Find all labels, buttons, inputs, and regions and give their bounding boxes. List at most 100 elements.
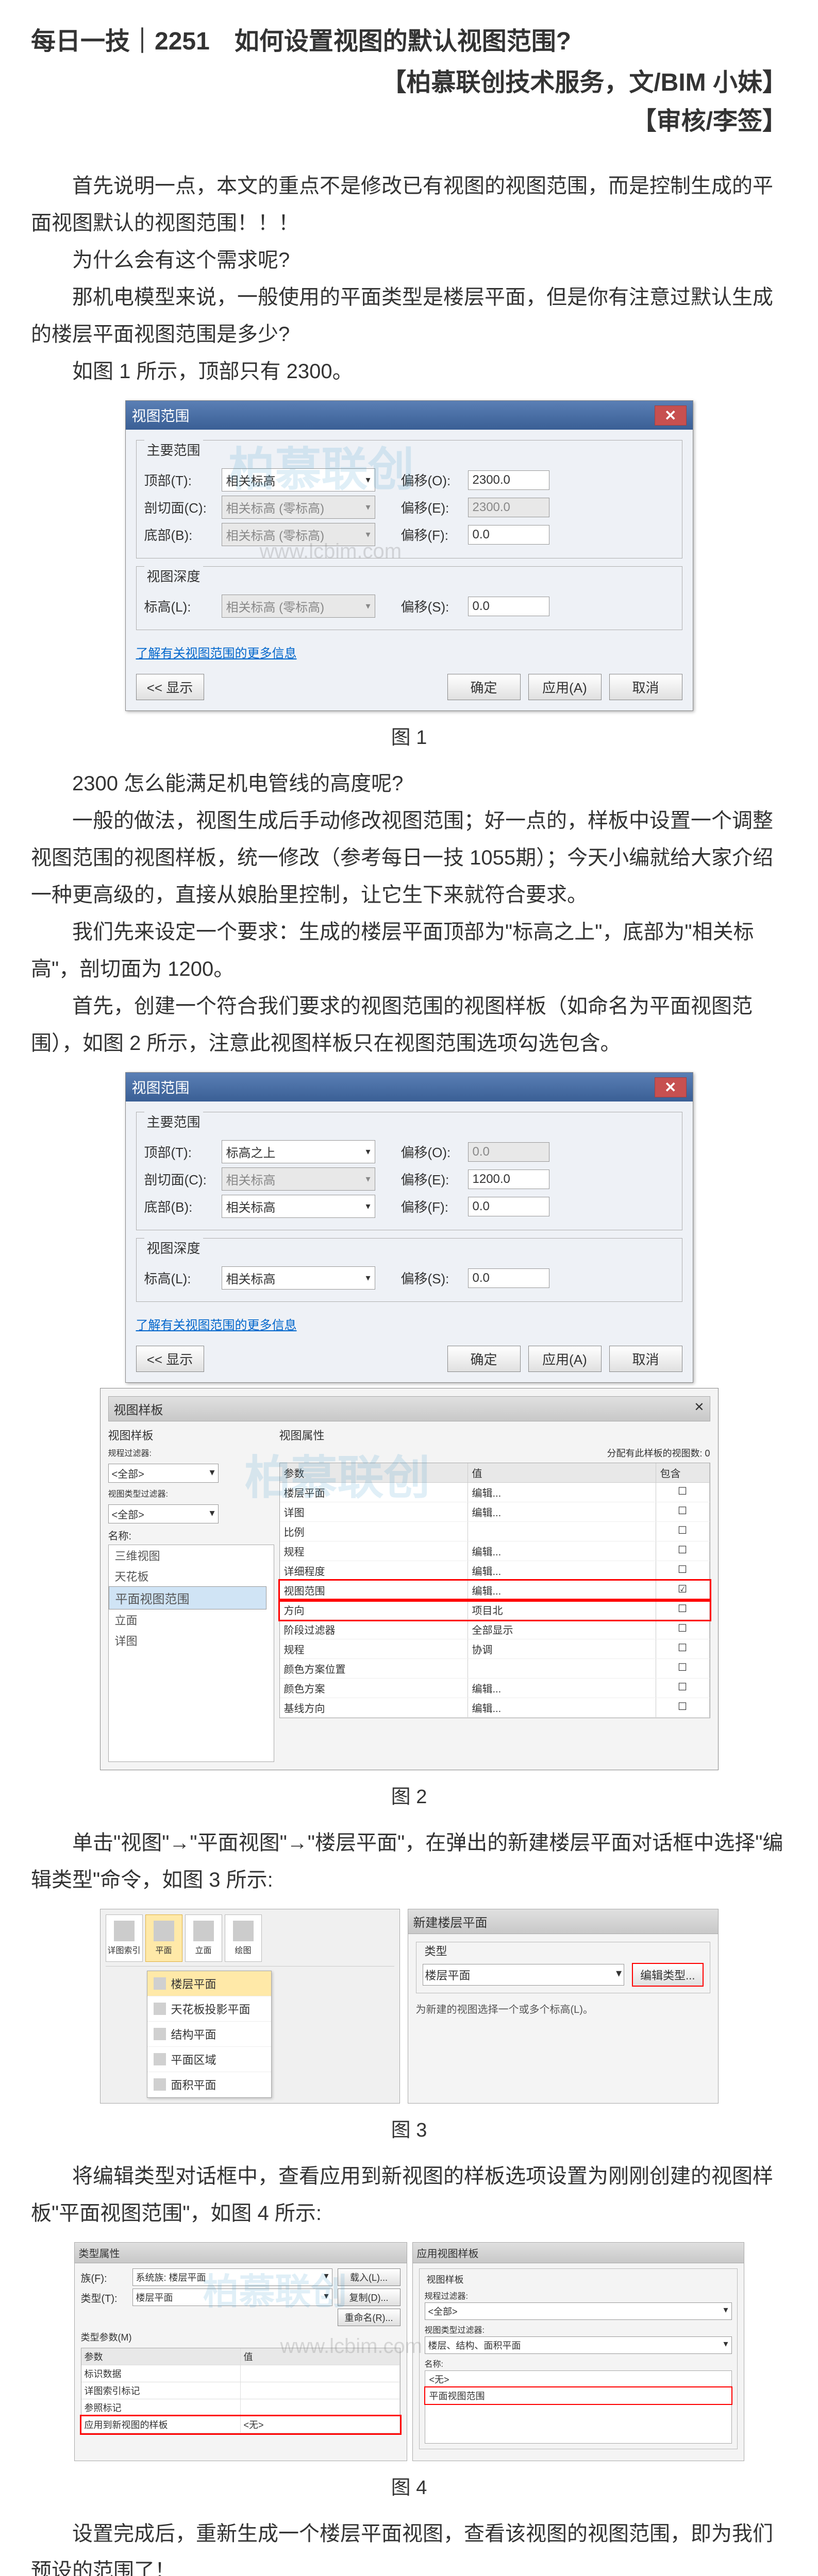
cell-include[interactable]: ☐ [656,1620,710,1639]
bottom-offset-input[interactable]: 0.0 [468,525,549,545]
cell-value[interactable] [468,1659,656,1678]
cell-include[interactable]: ☐ [656,1600,710,1619]
type-select[interactable]: 楼层平面▾ [132,2289,332,2306]
filter2-select[interactable]: 楼层、结构、面积平面▾ [425,2336,732,2354]
cell-value[interactable]: <无> [241,2416,400,2433]
names-label: 名称: [425,2357,732,2369]
apply-button[interactable]: 应用(A) [528,1346,602,1372]
menu-item[interactable]: 平面区域 [147,2047,271,2072]
group-label: 视图样板 [425,2273,466,2286]
cell-value[interactable] [241,2399,400,2416]
cell-include[interactable]: ☐ [656,1679,710,1698]
ok-button[interactable]: 确定 [447,674,521,700]
ribbon-button[interactable]: 详图索引 [106,1914,143,1962]
bottom-offset-input[interactable]: 0.0 [468,1197,549,1216]
cell-include[interactable]: ☐ [656,1561,710,1580]
cut-select[interactable]: 相关标高 (零标高)▾ [222,496,375,519]
cell-value[interactable]: 编辑... [468,1581,656,1600]
para-5: 2300 怎么能满足机电管线的高度呢? [31,765,787,802]
dialog-title: 视图范围 [132,1077,190,1097]
reviewer: 【审核/李签】 [31,100,787,137]
filter2-select[interactable]: <全部>▾ [108,1504,219,1523]
list-item[interactable]: 平面视图范围 [109,1586,266,1609]
cell-value[interactable]: 编辑... [468,1561,656,1580]
type-select[interactable]: 楼层平面▾ [423,1964,625,1986]
cut-select[interactable]: 相关标高▾ [222,1167,375,1191]
cell-value[interactable] [241,2382,400,2399]
cancel-button[interactable]: 取消 [609,1346,682,1372]
cell-value[interactable]: 编辑... [468,1502,656,1521]
ribbon-button[interactable]: 立面 [185,1914,222,1962]
list-item[interactable]: <无> [425,2371,731,2387]
cell-include[interactable]: ☐ [656,1639,710,1658]
cell-include[interactable]: ☐ [656,1483,710,1502]
right-column: 视图属性 分配有此样板的视图数: 0 参数 值 包含 楼层平面编辑...☐详图编… [279,1427,710,1762]
cell-value[interactable]: 编辑... [468,1541,656,1561]
learn-more-link[interactable]: 了解有关视图范围的更多信息 [136,1315,297,1333]
cell-include[interactable]: ☐ [656,1541,710,1561]
cell-include[interactable]: ☐ [656,1502,710,1521]
top-offset-label: 偏移(O): [401,470,463,489]
cell-value[interactable]: 编辑... [468,1698,656,1717]
rename-button[interactable]: 重命名(R)... [338,2309,400,2326]
template-list[interactable]: <无>平面视图范围 [425,2370,732,2444]
top-select[interactable]: 标高之上▾ [222,1140,375,1163]
cut-offset-input[interactable]: 2300.0 [468,498,549,517]
cell-value[interactable]: 项目北 [468,1600,656,1619]
caption-2: 图 2 [31,1781,787,1809]
cell-value[interactable]: 全部显示 [468,1620,656,1639]
top-offset-input[interactable]: 0.0 [468,1142,549,1162]
cell-value[interactable] [241,2365,400,2382]
bottom-select[interactable]: 相关标高 (零标高)▾ [222,523,375,546]
level-offset-input[interactable]: 0.0 [468,1268,549,1288]
cell-include[interactable]: ☐ [656,1659,710,1678]
learn-more-link[interactable]: 了解有关视图范围的更多信息 [136,643,297,661]
template-name-list[interactable]: 三维视图天花板平面视图范围立面详图 [108,1545,274,1762]
chevron-down-icon: ▾ [324,2291,328,2304]
ribbon-button[interactable]: 平面 [145,1914,182,1962]
duplicate-button[interactable]: 复制(D)... [338,2289,400,2306]
show-button[interactable]: << 显示 [136,674,204,700]
level-offset-input[interactable]: 0.0 [468,597,549,616]
edit-type-button[interactable]: 编辑类型... [632,1963,703,1987]
ribbon-button[interactable]: 绘图 [225,1914,262,1962]
list-item[interactable]: 天花板 [109,1566,274,1586]
list-item[interactable]: 平面视图范围 [425,2387,731,2404]
close-button[interactable]: ✕ [655,1077,686,1097]
list-item[interactable]: 详图 [109,1630,274,1651]
filter2-label: 视图类型过滤器: [425,2323,732,2335]
cell-include[interactable]: ☐ [656,1522,710,1541]
bottom-select[interactable]: 相关标高▾ [222,1195,375,1218]
level-select[interactable]: 相关标高 (零标高)▾ [222,595,375,618]
filter1-select[interactable]: <全部>▾ [425,2302,732,2320]
cell-include[interactable]: ☑ [656,1581,710,1600]
apply-button[interactable]: 应用(A) [528,674,602,700]
cell-value[interactable] [468,1522,656,1541]
ok-button[interactable]: 确定 [447,1346,521,1372]
menu-item[interactable]: 楼层平面 [147,1971,271,1996]
list-item[interactable]: 三维视图 [109,1545,274,1566]
list-item[interactable]: 立面 [109,1609,274,1630]
cancel-button[interactable]: 取消 [609,674,682,700]
cell-include[interactable]: ☐ [656,1698,710,1717]
cell-value[interactable]: 编辑... [468,1483,656,1502]
level-select[interactable]: 相关标高▾ [222,1266,375,1290]
top-offset-input[interactable]: 2300.0 [468,470,549,490]
menu-item[interactable]: 结构平面 [147,2022,271,2047]
show-button[interactable]: << 显示 [136,1346,204,1372]
cut-offset-input[interactable]: 1200.0 [468,1170,549,1189]
family-select[interactable]: 系统族: 楼层平面▾ [132,2268,332,2286]
top-select[interactable]: 相关标高▾ [222,468,375,492]
cell-param: 颜色方案位置 [280,1659,468,1678]
load-button[interactable]: 载入(L)... [338,2268,400,2286]
menu-item[interactable]: 面积平面 [147,2072,271,2097]
menu-item[interactable]: 天花板投影平面 [147,1996,271,2022]
ribbon-panel: 详图索引平面立面绘图 楼层平面天花板投影平面结构平面平面区域面积平面 [100,1909,400,2104]
cell-value[interactable]: 编辑... [468,1679,656,1698]
filter1-select[interactable]: <全部>▾ [108,1464,219,1483]
cell-value[interactable]: 协调 [468,1639,656,1658]
para-11: 设置完成后，重新生成一个楼层平面视图，查看该视图的视图范围，即为我们预设的范围了… [31,2515,787,2576]
type-label: 类型(T): [81,2290,127,2305]
close-icon[interactable]: ✕ [694,1400,704,1418]
close-button[interactable]: ✕ [655,405,686,426]
